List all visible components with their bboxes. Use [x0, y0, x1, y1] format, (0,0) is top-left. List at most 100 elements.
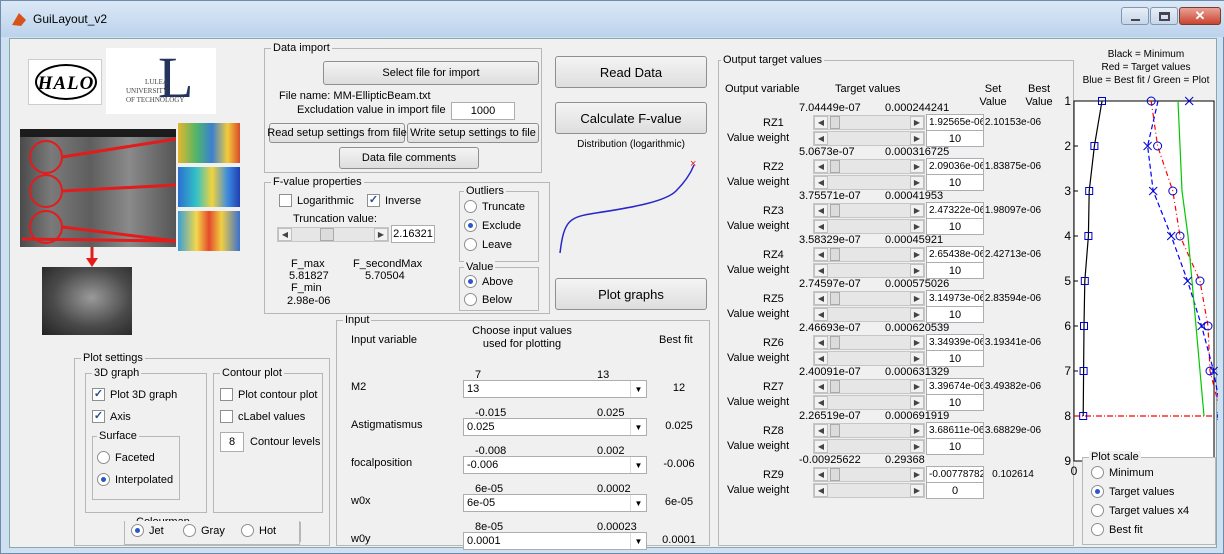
set-value-input[interactable]: 3.14973e-06: [926, 290, 984, 307]
slider-thumb[interactable]: [830, 292, 840, 305]
exclusion-value-input[interactable]: 1000: [451, 102, 515, 120]
slider-left-arrow-icon[interactable]: ◀: [814, 292, 828, 305]
truncation-value-input[interactable]: 2.16321: [391, 225, 435, 243]
input-value-select[interactable]: 6e-05 ▼: [463, 494, 647, 512]
slider-left-arrow-icon[interactable]: ◀: [814, 204, 828, 217]
axis-checkbox[interactable]: ✓ Axis: [92, 410, 131, 423]
slider-left-arrow-icon[interactable]: ◀: [814, 352, 828, 365]
value-weight-slider[interactable]: ◀ ▶: [813, 439, 925, 454]
slider-thumb[interactable]: [830, 160, 840, 173]
value-weight-slider[interactable]: ◀ ▶: [813, 131, 925, 146]
slider-right-arrow-icon[interactable]: ▶: [910, 160, 924, 173]
slider-thumb[interactable]: [830, 116, 840, 129]
slider-thumb[interactable]: [830, 248, 840, 261]
inverse-check-icon[interactable]: ✓: [367, 194, 380, 207]
slider-left-arrow-icon[interactable]: ◀: [814, 220, 828, 233]
slider-right-arrow-icon[interactable]: ▶: [910, 308, 924, 321]
slider-right-arrow-icon[interactable]: ▶: [910, 336, 924, 349]
input-value-select[interactable]: 0.025 ▼: [463, 418, 647, 436]
value-weight-slider[interactable]: ◀ ▶: [813, 263, 925, 278]
set-value-input[interactable]: 3.34939e-06: [926, 334, 984, 351]
target-values-radio-icon[interactable]: [1091, 485, 1104, 498]
value-weight-input[interactable]: 10: [926, 218, 984, 235]
target-value-slider[interactable]: ◀ ▶: [813, 247, 925, 262]
plot-graphs-button[interactable]: Plot graphs: [555, 278, 707, 310]
best-fit-radio-icon[interactable]: [1091, 523, 1104, 536]
slider-right-arrow-icon[interactable]: ▶: [910, 132, 924, 145]
value-weight-slider[interactable]: ◀ ▶: [813, 219, 925, 234]
inverse-checkbox[interactable]: ✓ Inverse: [367, 194, 421, 207]
value-weight-input[interactable]: 10: [926, 306, 984, 323]
chevron-down-icon[interactable]: ▼: [630, 495, 646, 511]
slider-left-arrow-icon[interactable]: ◀: [814, 396, 828, 409]
input-value-select[interactable]: 0.0001 ▼: [463, 532, 647, 550]
above-radio[interactable]: Above: [464, 275, 513, 288]
slider-left-arrow-icon[interactable]: ◀: [814, 380, 828, 393]
target-value-slider[interactable]: ◀ ▶: [813, 335, 925, 350]
chevron-down-icon[interactable]: ▼: [630, 419, 646, 435]
slider-thumb[interactable]: [320, 228, 334, 241]
slider-left-arrow-icon[interactable]: ◀: [814, 132, 828, 145]
clabel-checkbox[interactable]: cLabel values: [220, 410, 305, 423]
truncate-radio[interactable]: Truncate: [464, 200, 525, 213]
minimize-button[interactable]: [1121, 7, 1149, 25]
slider-right-arrow-icon[interactable]: ▶: [374, 228, 388, 241]
target-values-x4-radio-icon[interactable]: [1091, 504, 1104, 517]
target-values-radio[interactable]: Target values: [1091, 485, 1174, 498]
read-data-button[interactable]: Read Data: [555, 56, 707, 88]
target-value-slider[interactable]: ◀ ▶: [813, 467, 925, 482]
target-value-slider[interactable]: ◀ ▶: [813, 423, 925, 438]
slider-left-arrow-icon[interactable]: ◀: [814, 308, 828, 321]
interpolated-radio[interactable]: Interpolated: [97, 473, 173, 486]
leave-radio-icon[interactable]: [464, 238, 477, 251]
target-value-slider[interactable]: ◀ ▶: [813, 203, 925, 218]
exclude-radio-icon[interactable]: [464, 219, 477, 232]
hot-radio-icon[interactable]: [241, 524, 254, 537]
below-radio[interactable]: Below: [464, 293, 512, 306]
jet-radio-icon[interactable]: [131, 524, 144, 537]
read-setup-button[interactable]: Read setup settings from file: [267, 123, 407, 143]
gray-radio[interactable]: Gray: [183, 524, 225, 537]
slider-right-arrow-icon[interactable]: ▶: [910, 220, 924, 233]
select-file-button[interactable]: Select file for import: [323, 61, 539, 85]
value-weight-input[interactable]: 10: [926, 394, 984, 411]
slider-left-arrow-icon[interactable]: ◀: [814, 440, 828, 453]
above-radio-icon[interactable]: [464, 275, 477, 288]
logarithmic-checkbox-box[interactable]: [279, 194, 292, 207]
gray-radio-icon[interactable]: [183, 524, 196, 537]
faceted-radio-icon[interactable]: [97, 451, 110, 464]
set-value-input[interactable]: 3.39674e-06: [926, 378, 984, 395]
input-value-select[interactable]: 13 ▼: [463, 380, 647, 398]
slider-thumb[interactable]: [830, 204, 840, 217]
plot-contour-checkbox-box[interactable]: [220, 388, 233, 401]
minimum-radio[interactable]: Minimum: [1091, 466, 1154, 479]
slider-thumb[interactable]: [830, 424, 840, 437]
slider-right-arrow-icon[interactable]: ▶: [910, 204, 924, 217]
value-weight-input[interactable]: 10: [926, 130, 984, 147]
slider-right-arrow-icon[interactable]: ▶: [910, 424, 924, 437]
slider-right-arrow-icon[interactable]: ▶: [910, 176, 924, 189]
slider-left-arrow-icon[interactable]: ◀: [814, 176, 828, 189]
chevron-down-icon[interactable]: ▼: [630, 533, 646, 549]
contour-levels-input[interactable]: 8: [220, 432, 244, 452]
calculate-f-value-button[interactable]: Calculate F-value: [555, 102, 707, 134]
slider-right-arrow-icon[interactable]: ▶: [910, 292, 924, 305]
value-weight-slider[interactable]: ◀ ▶: [813, 395, 925, 410]
faceted-radio[interactable]: Faceted: [97, 451, 155, 464]
target-value-slider[interactable]: ◀ ▶: [813, 379, 925, 394]
best-fit-radio[interactable]: Best fit: [1091, 523, 1143, 536]
chevron-down-icon[interactable]: ▼: [630, 457, 646, 473]
data-file-comments-button[interactable]: Data file comments: [339, 147, 479, 169]
value-weight-input[interactable]: 10: [926, 350, 984, 367]
plot-3d-checkbox[interactable]: ✓ Plot 3D graph: [92, 388, 177, 401]
hot-radio[interactable]: Hot: [241, 524, 276, 537]
set-value-input[interactable]: -0.00778782: [926, 466, 984, 483]
set-value-input[interactable]: 2.47322e-06: [926, 202, 984, 219]
slider-left-arrow-icon[interactable]: ◀: [814, 336, 828, 349]
chevron-down-icon[interactable]: ▼: [630, 381, 646, 397]
set-value-input[interactable]: 2.09036e-06: [926, 158, 984, 175]
truncation-slider[interactable]: ◀ ▶: [277, 227, 389, 242]
value-weight-slider[interactable]: ◀ ▶: [813, 351, 925, 366]
slider-left-arrow-icon[interactable]: ◀: [814, 424, 828, 437]
input-value-select[interactable]: -0.006 ▼: [463, 456, 647, 474]
